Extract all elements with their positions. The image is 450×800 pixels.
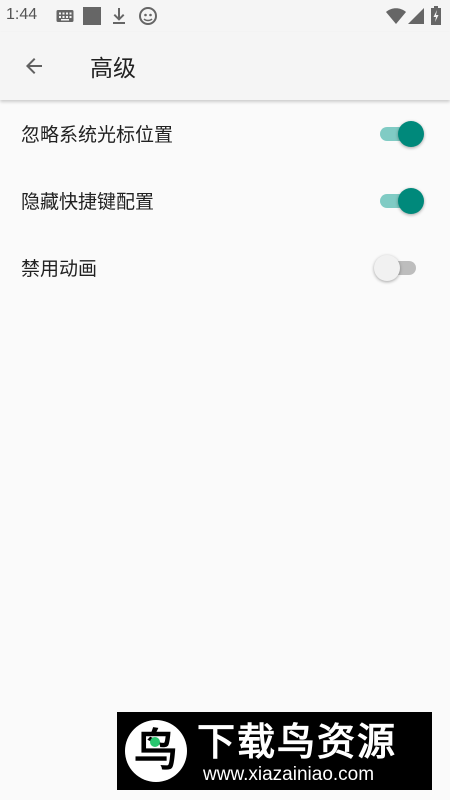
setting-ignore-system-cursor[interactable]: 忽略系统光标位置 xyxy=(0,100,450,167)
wifi-icon xyxy=(386,6,406,26)
keyboard-icon xyxy=(56,6,74,26)
download-icon xyxy=(111,6,127,26)
settings-list: 忽略系统光标位置 隐藏快捷键配置 禁用动画 xyxy=(0,100,450,301)
switch-thumb xyxy=(398,188,424,214)
setting-label: 禁用动画 xyxy=(21,258,98,280)
ignore-system-cursor-switch[interactable] xyxy=(376,121,426,147)
signal-icon xyxy=(408,6,424,26)
setting-hide-shortcut-config[interactable]: 隐藏快捷键配置 xyxy=(0,167,450,234)
logo-dot-icon xyxy=(150,737,160,747)
battery-icon xyxy=(430,6,442,26)
setting-label: 忽略系统光标位置 xyxy=(21,124,174,146)
watermark-title: 下载鸟资源 xyxy=(197,720,398,764)
hide-shortcut-config-switch[interactable] xyxy=(376,188,426,214)
watermark-banner: 鸟 下载鸟资源 www.xiazainiao.com xyxy=(117,712,432,790)
disable-animation-switch[interactable] xyxy=(374,255,426,281)
setting-disable-animation[interactable]: 禁用动画 xyxy=(0,234,450,301)
watermark-url: www.xiazainiao.com xyxy=(203,764,375,785)
back-button[interactable] xyxy=(14,46,54,86)
app-bar: 高级 xyxy=(0,32,450,100)
status-bar: 1:44 xyxy=(0,0,450,32)
setting-label: 隐藏快捷键配置 xyxy=(21,191,155,213)
arrow-left-icon xyxy=(26,58,42,74)
bird-logo-icon: 鸟 xyxy=(125,720,187,782)
switch-thumb xyxy=(374,255,400,281)
page-title: 高级 xyxy=(90,56,136,82)
status-time: 1:44 xyxy=(6,6,38,23)
switch-thumb xyxy=(398,121,424,147)
square-notification-icon xyxy=(82,6,102,26)
android-head-icon xyxy=(138,6,158,26)
